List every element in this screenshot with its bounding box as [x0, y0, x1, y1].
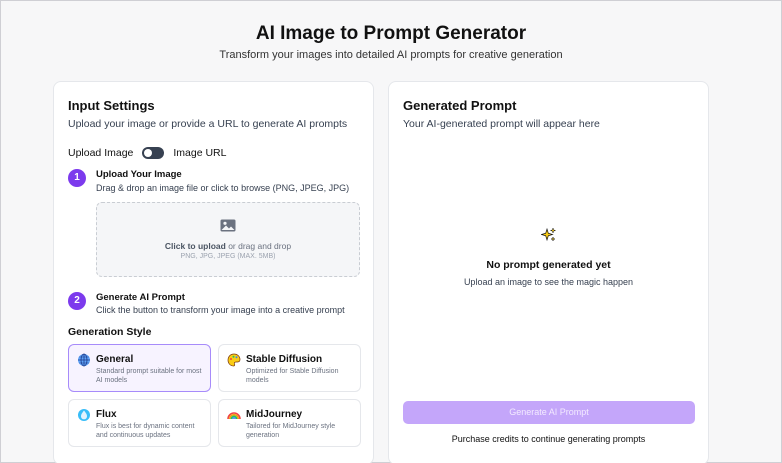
image-dropzone[interactable]: Click to upload or drag and drop PNG, JP… [96, 202, 360, 277]
page-title: AI Image to Prompt Generator [255, 23, 527, 44]
input-settings-title: Input Settings [68, 98, 155, 113]
empty-state-title: No prompt generated yet [486, 259, 611, 271]
rainbow-icon [227, 412, 241, 420]
style-option-flux[interactable]: Flux Flux is best for dynamic content an… [68, 399, 211, 447]
step-2-badge: 2 [68, 292, 86, 310]
step-1-description: Drag & drop an image file or click to br… [96, 183, 350, 193]
style-option-general[interactable]: General Standard prompt suitable for mos… [68, 344, 211, 392]
globe-icon [78, 353, 90, 367]
step-1-badge: 1 [68, 169, 86, 187]
style-name: MidJourney [246, 409, 303, 420]
purchase-credits-text: Purchase credits to continue generating … [451, 434, 646, 444]
generated-prompt-description: Your AI-generated prompt will appear her… [403, 118, 600, 130]
style-option-midjourney[interactable]: MidJourney Tailored for MidJourney style… [218, 399, 361, 447]
image-url-label[interactable]: Image URL [173, 147, 226, 159]
droplet-icon [78, 409, 90, 421]
dropzone-rest-text: or drag and drop [225, 241, 292, 251]
generation-style-label: Generation Style [68, 326, 152, 338]
input-mode-toggle[interactable] [142, 147, 165, 159]
style-description: Standard prompt suitable for most AI mod… [96, 368, 202, 384]
style-option-stable-diffusion[interactable]: Stable Diffusion Optimized for Stable Di… [218, 344, 361, 392]
upload-image-label[interactable]: Upload Image [68, 147, 133, 159]
palette-icon [227, 353, 241, 367]
dropzone-text: Click to upload or drag and drop [97, 241, 359, 251]
style-description: Flux is best for dynamic content and con… [96, 423, 195, 439]
click-to-upload-link[interactable]: Click to upload [165, 241, 226, 251]
step-2-description: Click the button to transform your image… [96, 305, 345, 315]
input-settings-description: Upload your image or provide a URL to ge… [68, 118, 348, 130]
input-mode-toggle-row: Upload Image Image URL [68, 145, 226, 161]
input-settings-card: Input Settings Upload your image or prov… [53, 81, 374, 463]
sparkle-icon [541, 227, 557, 242]
style-description: Tailored for MidJourney style generation [246, 423, 336, 439]
app-window: AI Image to Prompt Generator Transform y… [0, 0, 782, 463]
step-1-title: Upload Your Image [96, 169, 182, 180]
toggle-knob [144, 149, 153, 157]
generated-prompt-card: Generated Prompt Your AI-generated promp… [388, 81, 709, 463]
generate-prompt-button[interactable]: Generate AI Prompt [403, 401, 695, 424]
style-name: Flux [96, 409, 117, 420]
step-2-title: Generate AI Prompt [96, 292, 185, 303]
generated-prompt-title: Generated Prompt [403, 98, 517, 113]
empty-state-description: Upload an image to see the magic happen [463, 277, 634, 287]
image-icon [220, 219, 236, 232]
page-subtitle: Transform your images into detailed AI p… [219, 49, 563, 61]
dropzone-hint: PNG, JPG, JPEG (MAX. 5MB) [180, 253, 276, 260]
style-name: General [96, 354, 134, 365]
style-description: Optimized for Stable Diffusion models [246, 368, 339, 384]
style-name: Stable Diffusion [246, 354, 323, 365]
